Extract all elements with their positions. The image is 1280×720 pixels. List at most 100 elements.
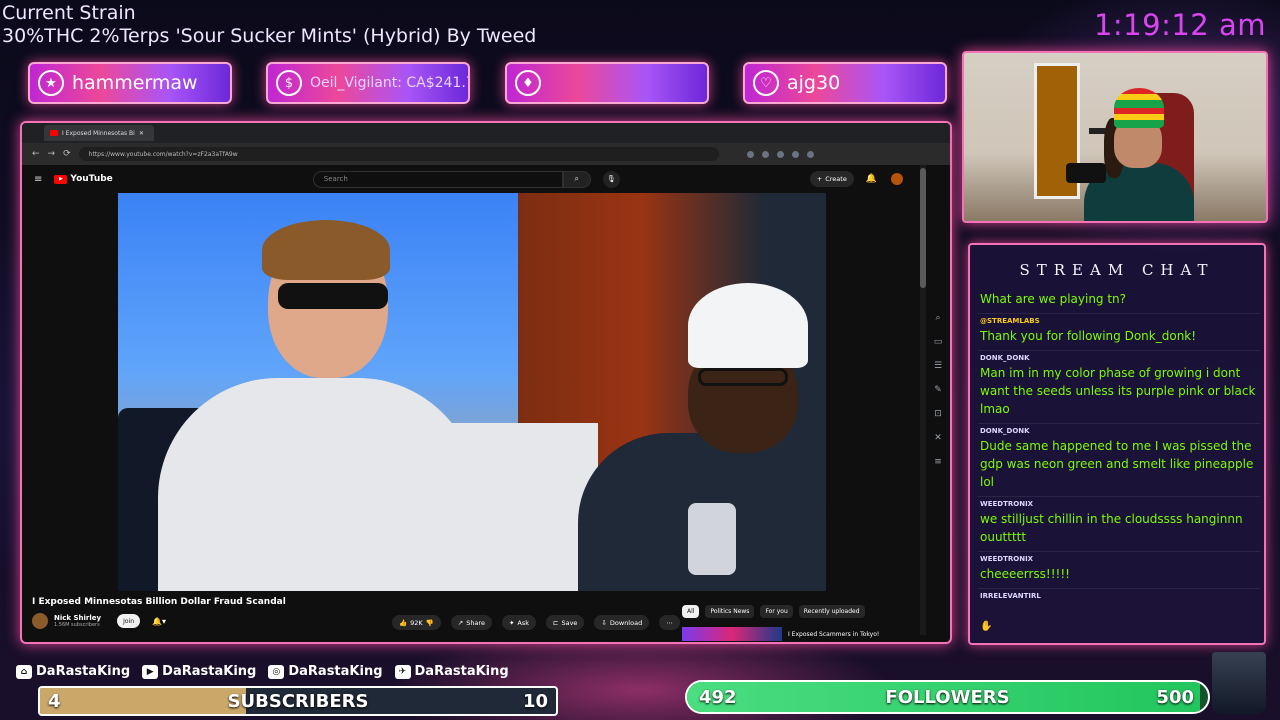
reload-icon[interactable]: ⟳: [63, 149, 71, 159]
diamond-icon: ♦: [515, 70, 541, 96]
download-button[interactable]: ⇩ Download: [594, 615, 650, 630]
chat-message: WEEDTRONIX we stilljust chillin in the c…: [978, 497, 1260, 552]
list-icon[interactable]: ☰: [934, 361, 942, 371]
plus-icon: +: [816, 175, 823, 183]
chip-all[interactable]: All: [682, 605, 700, 618]
chat-icon[interactable]: ▭: [934, 337, 943, 347]
back-icon[interactable]: ←: [32, 149, 40, 159]
create-button[interactable]: + Create: [809, 171, 854, 187]
browser-tabbar: I Exposed Minnesotas Bi ✕: [22, 123, 950, 143]
chat-message: WEEDTRONIX cheeeerrss!!!!!: [978, 552, 1260, 589]
browser-address-bar: ← → ⟳ https://www.youtube.com/watch?v=zF…: [22, 143, 950, 165]
edit-icon[interactable]: ✎: [934, 385, 942, 395]
scrollbar-thumb[interactable]: [920, 168, 926, 288]
social-links: ⌂ DaRastaKing ▶ DaRastaKing ◎ DaRastaKin…: [16, 664, 509, 679]
chat-title: STREAM CHAT: [1019, 261, 1215, 279]
chip-politics-news[interactable]: Politics News: [705, 605, 755, 618]
ask-button[interactable]: ✦ Ask: [501, 615, 537, 630]
bookmark-icon: ⊏: [553, 618, 559, 627]
search-icon[interactable]: ⌕: [935, 313, 940, 323]
youtube-play-icon: ▶: [54, 174, 68, 184]
thumbs-down-icon[interactable]: 👎: [426, 619, 434, 627]
extension-icon[interactable]: [776, 150, 784, 158]
tools-icon[interactable]: ✕: [934, 433, 942, 443]
channel-avatar[interactable]: [32, 613, 48, 629]
microphone-icon[interactable]: 🎙: [602, 170, 620, 188]
subscribers-goal-bar: 4 SUBSCRIBERS 10: [38, 686, 558, 716]
video-title: I Exposed Minnesotas Billion Dollar Frau…: [32, 597, 286, 607]
heart-icon: ♡: [753, 70, 779, 96]
stream-chat: STREAM CHAT What are we playing tn? @STR…: [968, 243, 1266, 645]
sliders-icon[interactable]: ≡: [934, 457, 942, 467]
share-button[interactable]: ↗ Share: [450, 615, 492, 630]
instagram-icon: ◎: [268, 664, 285, 679]
chat-message: IRRELEVANTIRL: [980, 592, 1041, 600]
social-twitch: ⌂ DaRastaKing: [16, 664, 130, 679]
social-instagram: ◎ DaRastaKing: [268, 664, 383, 679]
alert-text: ajg30: [787, 72, 841, 94]
video-player[interactable]: [118, 193, 826, 591]
extension-icons: [746, 150, 814, 158]
recommendation-chips: All Politics News For you Recently uploa…: [682, 605, 865, 618]
streamer: [1074, 88, 1194, 221]
forward-icon[interactable]: →: [48, 149, 56, 159]
extension-icon[interactable]: [791, 150, 799, 158]
gamepad-icon[interactable]: ⊡: [934, 409, 942, 419]
chip-recently-uploaded[interactable]: Recently uploaded: [798, 605, 865, 618]
chat-emote-icon: ✋: [980, 621, 993, 632]
social-youtube: ▶ DaRastaKing: [142, 664, 256, 679]
menu-icon[interactable]: ≡: [34, 174, 42, 185]
channel-name[interactable]: Nick Shirley: [54, 614, 101, 622]
extension-icon[interactable]: [806, 150, 814, 158]
strain-text: 30%THC 2%Terps 'Sour Sucker Mints' (Hybr…: [2, 25, 537, 47]
youtube-icon: ▶: [142, 664, 159, 679]
close-icon[interactable]: ✕: [139, 130, 144, 137]
extension-icon[interactable]: [761, 150, 769, 158]
youtube-favicon-icon: [50, 130, 58, 136]
star-icon: ★: [38, 70, 64, 96]
search-input[interactable]: Search: [312, 170, 563, 188]
webcam-feed: [962, 51, 1268, 223]
subscribers-target: 10: [522, 691, 548, 712]
alert-badge-follower: ★ hammermaw: [28, 62, 232, 104]
subscribers-label: SUBSCRIBERS: [227, 691, 369, 712]
chat-messages: What are we playing tn? @STREAMLABS Than…: [978, 287, 1260, 607]
join-button[interactable]: Join: [117, 614, 141, 628]
side-panel-icons: ⌕ ▭ ☰ ✎ ⊡ ✕ ≡: [930, 313, 946, 467]
followers-target: 500: [1156, 687, 1194, 708]
twitch-icon: ⌂: [16, 664, 32, 679]
dollar-icon: $: [276, 70, 302, 96]
extension-icon[interactable]: [746, 150, 754, 158]
search-icon[interactable]: ⌕: [562, 170, 591, 188]
avatar[interactable]: [891, 173, 904, 185]
chat-message: DONK_DONK Man im in my color phase of gr…: [978, 351, 1260, 424]
alert-text: hammermaw: [72, 72, 198, 94]
chip-for-you[interactable]: For you: [760, 605, 793, 618]
up-next-item[interactable]: I Exposed Scammers in Tokyo!: [682, 627, 920, 641]
microphone-prop: [1066, 163, 1106, 183]
video-person-right: [538, 283, 826, 591]
alert-badge-donation: $ Oeil_Vigilant: CA$241.78: [266, 62, 470, 104]
notification-bell-icon[interactable]: 🔔▾: [152, 617, 166, 626]
alert-badge-heart: ♡ ajg30: [743, 62, 947, 104]
tab-title: I Exposed Minnesotas Bi: [62, 129, 135, 137]
download-icon: ⇩: [601, 618, 607, 627]
chat-message: DONK_DONK Dude same happened to me I was…: [978, 424, 1260, 497]
up-next-title: I Exposed Scammers in Tokyo!: [788, 630, 880, 638]
youtube-logo[interactable]: ▶ YouTube: [54, 174, 113, 184]
share-icon: ↗: [457, 618, 464, 627]
clock: 1:19:12 am: [1093, 8, 1266, 42]
twitter-icon: ✈: [394, 664, 411, 679]
bell-icon[interactable]: 🔔: [866, 174, 877, 184]
url-field[interactable]: https://www.youtube.com/watch?v=zF2a3aTf…: [78, 147, 719, 161]
more-actions-button[interactable]: ⋯: [659, 615, 680, 630]
alert-badge-diamond: ♦: [505, 62, 709, 104]
like-button[interactable]: 👍 92K 👎: [392, 615, 441, 630]
browser-tab[interactable]: I Exposed Minnesotas Bi ✕: [44, 125, 154, 141]
thumbs-up-icon: 👍: [399, 618, 408, 627]
browser-capture: I Exposed Minnesotas Bi ✕ ← → ⟳ https://…: [20, 121, 952, 644]
youtube-header: ≡ ▶ YouTube Search ⌕ 🎙 + Create 🔔: [22, 165, 924, 193]
save-button[interactable]: ⊏ Save: [546, 615, 585, 630]
cup-decoration: [1212, 652, 1266, 714]
followers-goal-bar: 492 FOLLOWERS 500: [685, 680, 1210, 714]
